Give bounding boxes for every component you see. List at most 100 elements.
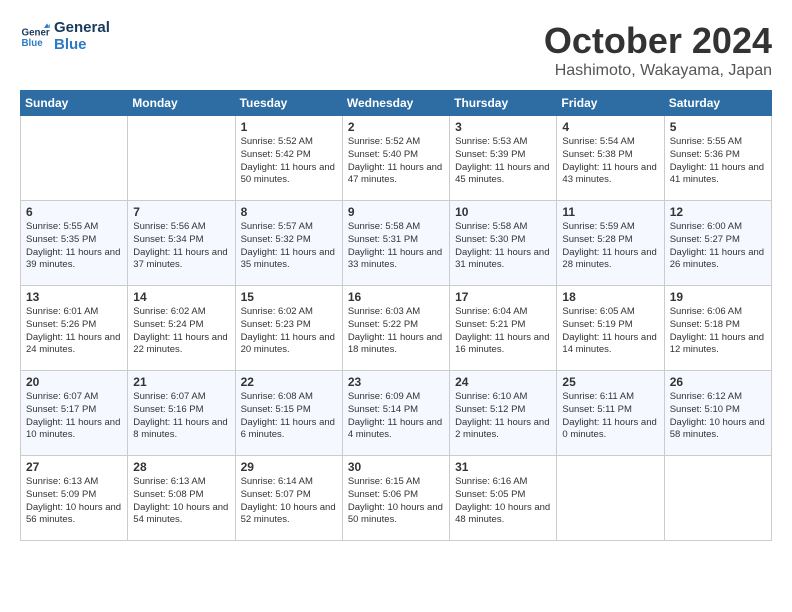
cell-info-line: Sunset: 5:32 PM [241, 234, 337, 247]
location-title: Hashimoto, Wakayama, Japan [544, 62, 772, 80]
day-number: 4 [562, 120, 658, 134]
cell-info-line: Sunrise: 6:14 AM [241, 476, 337, 489]
cell-info-line: Sunset: 5:31 PM [348, 234, 444, 247]
cell-info-line: Daylight: 11 hours and 39 minutes. [26, 247, 122, 273]
day-number: 5 [670, 120, 766, 134]
cell-info-line: Daylight: 10 hours and 50 minutes. [348, 502, 444, 528]
cell-info-line: Daylight: 11 hours and 41 minutes. [670, 162, 766, 188]
calendar-cell: 10Sunrise: 5:58 AMSunset: 5:30 PMDayligh… [450, 201, 557, 286]
calendar-cell: 25Sunrise: 6:11 AMSunset: 5:11 PMDayligh… [557, 371, 664, 456]
calendar-cell: 15Sunrise: 6:02 AMSunset: 5:23 PMDayligh… [235, 286, 342, 371]
svg-text:General: General [22, 27, 51, 38]
cell-info-line: Sunrise: 5:57 AM [241, 221, 337, 234]
cell-info-line: Sunrise: 6:11 AM [562, 391, 658, 404]
week-row-5: 27Sunrise: 6:13 AMSunset: 5:09 PMDayligh… [21, 456, 772, 541]
header-wednesday: Wednesday [342, 91, 449, 116]
cell-info-line: Sunset: 5:19 PM [562, 319, 658, 332]
calendar-cell [128, 116, 235, 201]
calendar-cell [21, 116, 128, 201]
calendar-cell: 24Sunrise: 6:10 AMSunset: 5:12 PMDayligh… [450, 371, 557, 456]
day-number: 22 [241, 375, 337, 389]
day-number: 2 [348, 120, 444, 134]
cell-info-line: Sunset: 5:28 PM [562, 234, 658, 247]
month-title: October 2024 [544, 20, 772, 62]
cell-info-line: Daylight: 11 hours and 2 minutes. [455, 417, 551, 443]
calendar-cell: 26Sunrise: 6:12 AMSunset: 5:10 PMDayligh… [664, 371, 771, 456]
cell-info-line: Daylight: 11 hours and 20 minutes. [241, 332, 337, 358]
day-number: 6 [26, 205, 122, 219]
week-row-2: 6Sunrise: 5:55 AMSunset: 5:35 PMDaylight… [21, 201, 772, 286]
title-block: October 2024 Hashimoto, Wakayama, Japan [544, 20, 772, 80]
day-number: 3 [455, 120, 551, 134]
cell-info-line: Sunset: 5:17 PM [26, 404, 122, 417]
calendar-cell: 1Sunrise: 5:52 AMSunset: 5:42 PMDaylight… [235, 116, 342, 201]
day-number: 18 [562, 290, 658, 304]
cell-info-line: Daylight: 11 hours and 47 minutes. [348, 162, 444, 188]
cell-info-line: Sunset: 5:24 PM [133, 319, 229, 332]
header-monday: Monday [128, 91, 235, 116]
cell-info-line: Sunset: 5:40 PM [348, 149, 444, 162]
calendar-cell: 30Sunrise: 6:15 AMSunset: 5:06 PMDayligh… [342, 456, 449, 541]
cell-info-line: Daylight: 11 hours and 24 minutes. [26, 332, 122, 358]
day-number: 16 [348, 290, 444, 304]
day-number: 28 [133, 460, 229, 474]
cell-info-line: Daylight: 10 hours and 56 minutes. [26, 502, 122, 528]
day-number: 10 [455, 205, 551, 219]
cell-info-line: Sunrise: 6:12 AM [670, 391, 766, 404]
day-number: 9 [348, 205, 444, 219]
cell-info-line: Sunrise: 5:56 AM [133, 221, 229, 234]
calendar-cell: 22Sunrise: 6:08 AMSunset: 5:15 PMDayligh… [235, 371, 342, 456]
cell-info-line: Daylight: 11 hours and 4 minutes. [348, 417, 444, 443]
cell-info-line: Sunset: 5:11 PM [562, 404, 658, 417]
cell-info-line: Daylight: 11 hours and 50 minutes. [241, 162, 337, 188]
calendar-cell [664, 456, 771, 541]
cell-info-line: Daylight: 11 hours and 16 minutes. [455, 332, 551, 358]
cell-info-line: Sunset: 5:05 PM [455, 489, 551, 502]
page-header: General Blue General Blue October 2024 H… [20, 20, 772, 80]
cell-info-line: Sunset: 5:38 PM [562, 149, 658, 162]
cell-info-line: Daylight: 10 hours and 54 minutes. [133, 502, 229, 528]
cell-info-line: Sunrise: 5:54 AM [562, 136, 658, 149]
header-tuesday: Tuesday [235, 91, 342, 116]
cell-info-line: Sunrise: 6:01 AM [26, 306, 122, 319]
calendar-cell: 16Sunrise: 6:03 AMSunset: 5:22 PMDayligh… [342, 286, 449, 371]
cell-info-line: Daylight: 11 hours and 35 minutes. [241, 247, 337, 273]
cell-info-line: Sunrise: 6:08 AM [241, 391, 337, 404]
cell-info-line: Sunrise: 6:04 AM [455, 306, 551, 319]
cell-info-line: Daylight: 11 hours and 6 minutes. [241, 417, 337, 443]
cell-info-line: Daylight: 11 hours and 8 minutes. [133, 417, 229, 443]
logo-text-line1: General [54, 20, 110, 37]
day-number: 8 [241, 205, 337, 219]
day-number: 21 [133, 375, 229, 389]
cell-info-line: Sunrise: 6:15 AM [348, 476, 444, 489]
header-row: SundayMondayTuesdayWednesdayThursdayFrid… [21, 91, 772, 116]
cell-info-line: Sunrise: 6:00 AM [670, 221, 766, 234]
cell-info-line: Sunrise: 6:02 AM [133, 306, 229, 319]
calendar-cell: 20Sunrise: 6:07 AMSunset: 5:17 PMDayligh… [21, 371, 128, 456]
day-number: 30 [348, 460, 444, 474]
cell-info-line: Sunrise: 5:52 AM [241, 136, 337, 149]
logo-text-line2: Blue [54, 37, 110, 54]
calendar-cell: 9Sunrise: 5:58 AMSunset: 5:31 PMDaylight… [342, 201, 449, 286]
calendar-cell: 8 Sunrise: 5:57 AMSunset: 5:32 PMDaylight… [235, 201, 342, 286]
calendar-cell: 19Sunrise: 6:06 AMSunset: 5:18 PMDayligh… [664, 286, 771, 371]
cell-info-line: Daylight: 11 hours and 26 minutes. [670, 247, 766, 273]
cell-info-line: Sunrise: 5:59 AM [562, 221, 658, 234]
day-number: 1 [241, 120, 337, 134]
cell-info-line: Sunset: 5:35 PM [26, 234, 122, 247]
cell-info-line: Sunset: 5:12 PM [455, 404, 551, 417]
calendar-cell [557, 456, 664, 541]
calendar-cell: 7Sunrise: 5:56 AMSunset: 5:34 PMDaylight… [128, 201, 235, 286]
cell-info-line: Sunrise: 6:06 AM [670, 306, 766, 319]
header-friday: Friday [557, 91, 664, 116]
cell-info-line: Sunset: 5:23 PM [241, 319, 337, 332]
day-number: 20 [26, 375, 122, 389]
calendar-cell: 28Sunrise: 6:13 AMSunset: 5:08 PMDayligh… [128, 456, 235, 541]
day-number: 29 [241, 460, 337, 474]
cell-info-line: Sunrise: 6:16 AM [455, 476, 551, 489]
cell-info-line: Sunset: 5:08 PM [133, 489, 229, 502]
calendar-cell: 5Sunrise: 5:55 AMSunset: 5:36 PMDaylight… [664, 116, 771, 201]
calendar-cell: 11Sunrise: 5:59 AMSunset: 5:28 PMDayligh… [557, 201, 664, 286]
week-row-3: 13Sunrise: 6:01 AMSunset: 5:26 PMDayligh… [21, 286, 772, 371]
calendar-cell: 4Sunrise: 5:54 AMSunset: 5:38 PMDaylight… [557, 116, 664, 201]
